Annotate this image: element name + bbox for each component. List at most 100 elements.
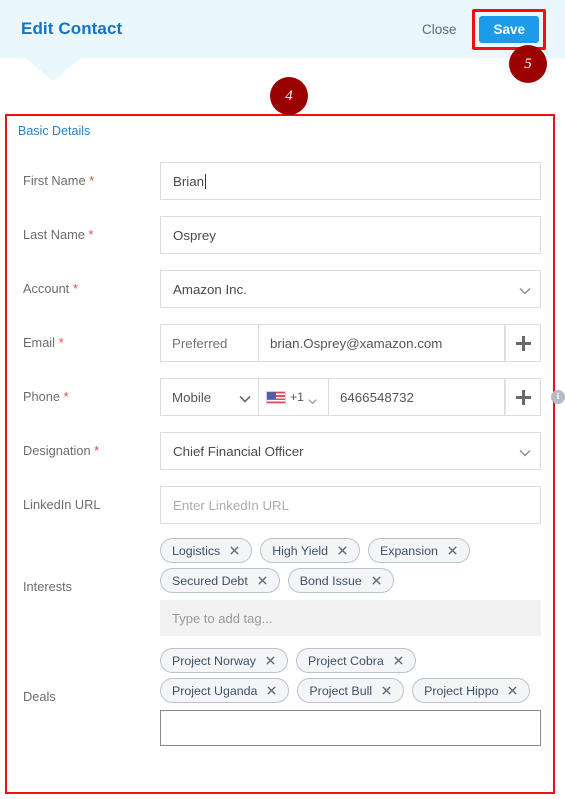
header-notch — [25, 58, 81, 81]
label-designation: Designation * — [7, 443, 160, 459]
interests-tag-input[interactable]: Type to add tag... — [160, 600, 541, 636]
header-actions: Close Save — [416, 8, 553, 50]
contact-form: First Name * Brian Last Name * Osprey Ac… — [7, 154, 553, 752]
remove-tag-icon[interactable] — [507, 685, 518, 696]
page-title: Edit Contact — [21, 19, 123, 38]
add-phone-button[interactable] — [505, 378, 541, 416]
plus-icon — [515, 389, 531, 405]
save-button[interactable]: Save — [479, 15, 539, 43]
remove-tag-icon[interactable] — [265, 655, 276, 666]
remove-tag-icon[interactable] — [229, 545, 240, 556]
ctrl-email: Preferred brian.Osprey@xamazon.com — [160, 324, 553, 362]
country-code-select[interactable]: +1 — [259, 378, 329, 416]
remove-tag-icon[interactable] — [393, 655, 404, 666]
phone-number-input[interactable]: 6466548732 — [329, 378, 505, 416]
tag-label: Project Hippo — [424, 683, 499, 698]
chevron-down-icon — [239, 393, 251, 403]
remove-tag-icon[interactable] — [266, 685, 277, 696]
chevron-down-icon — [519, 285, 531, 295]
linkedin-url-input[interactable]: Enter LinkedIn URL — [160, 486, 541, 524]
tag-item[interactable]: Project Hippo — [412, 678, 531, 703]
ctrl-first-name: Brian — [160, 162, 553, 200]
tag-item[interactable]: Expansion — [368, 538, 470, 563]
email-preference-select[interactable]: Preferred — [160, 324, 259, 362]
tag-item[interactable]: High Yield — [260, 538, 361, 563]
tag-item[interactable]: Project Norway — [160, 648, 289, 673]
tag-item[interactable]: Logistics — [160, 538, 253, 563]
close-button[interactable]: Close — [416, 17, 463, 42]
required-marker: * — [88, 227, 94, 243]
tag-item[interactable]: Bond Issue — [287, 568, 394, 593]
edit-contact-dialog: Edit Contact Close Save 5 4 i Basic Deta… — [0, 0, 565, 799]
designation-select[interactable]: Chief Financial Officer — [160, 432, 541, 470]
label-linkedin-url: LinkedIn URL — [7, 497, 160, 512]
account-select[interactable]: Amazon Inc. — [160, 270, 541, 308]
ctrl-account: Amazon Inc. — [160, 270, 553, 308]
tag-item[interactable]: Secured Debt — [160, 568, 280, 593]
info-icon[interactable]: i — [551, 390, 565, 404]
deals-tag-rows: Project Norway Project Cobra Project Uga… — [160, 648, 541, 703]
label-account-text: Account — [23, 281, 70, 297]
remove-tag-icon[interactable] — [371, 575, 382, 586]
last-name-input[interactable]: Osprey — [160, 216, 541, 254]
label-designation-text: Designation — [23, 443, 91, 459]
ctrl-deals: Project Norway Project Cobra Project Uga… — [160, 648, 553, 746]
row-interests: Interests Logistics High Yield Expansion… — [7, 532, 553, 642]
label-deals-text: Deals — [23, 689, 56, 705]
country-code-value: +1 — [290, 390, 304, 404]
row-email: Email * Preferred brian.Osprey@xamazon.c… — [7, 316, 553, 370]
tag-label: Project Bull — [309, 683, 373, 698]
tag-label: Secured Debt — [172, 573, 248, 588]
row-phone: Phone * Mobile +1 6466548732 — [7, 370, 553, 424]
ctrl-interests: Logistics High Yield Expansion Secured D… — [160, 538, 553, 636]
row-account: Account * Amazon Inc. — [7, 262, 553, 316]
designation-value: Chief Financial Officer — [173, 443, 304, 459]
tag-label: Expansion — [380, 543, 438, 558]
label-account: Account * — [7, 281, 160, 297]
first-name-input[interactable]: Brian — [160, 162, 541, 200]
label-interests: Interests — [7, 579, 160, 594]
section-title-basic-details: Basic Details — [18, 124, 91, 138]
interests-tags-wrap: Logistics High Yield Expansion Secured D… — [160, 538, 541, 636]
ctrl-designation: Chief Financial Officer — [160, 432, 553, 470]
email-input[interactable]: brian.Osprey@xamazon.com — [259, 324, 505, 362]
row-first-name: First Name * Brian — [7, 154, 553, 208]
ctrl-last-name: Osprey — [160, 216, 553, 254]
form-panel: Basic Details First Name * Brian Last Na… — [5, 114, 555, 794]
deals-tag-input[interactable] — [160, 710, 541, 746]
remove-tag-icon[interactable] — [447, 545, 458, 556]
interests-tag-line: Secured Debt Bond Issue — [160, 568, 541, 593]
phone-type-value: Mobile — [172, 389, 212, 405]
tag-item[interactable]: Project Cobra — [296, 648, 416, 673]
first-name-value: Brian — [173, 173, 205, 189]
label-phone: Phone * — [7, 389, 160, 405]
tag-label: Bond Issue — [299, 573, 362, 588]
chevron-down-icon — [519, 447, 531, 457]
row-deals: Deals Project Norway Project Cobra Proje… — [7, 642, 553, 752]
remove-tag-icon[interactable] — [337, 545, 348, 556]
save-button-highlight: Save — [472, 8, 546, 50]
add-email-button[interactable] — [505, 324, 541, 362]
step-badge-5: 5 — [509, 45, 547, 83]
ctrl-linkedin-url: Enter LinkedIn URL — [160, 486, 553, 524]
tag-label: Project Norway — [172, 653, 257, 668]
label-email: Email * — [7, 335, 160, 351]
deals-tag-line: Project Norway Project Cobra — [160, 648, 541, 673]
label-deals: Deals — [7, 689, 160, 704]
label-phone-text: Phone — [23, 389, 61, 405]
last-name-value: Osprey — [173, 227, 216, 243]
deals-tags-wrap: Project Norway Project Cobra Project Uga… — [160, 648, 541, 746]
remove-tag-icon[interactable] — [381, 685, 392, 696]
remove-tag-icon[interactable] — [257, 575, 268, 586]
tag-label: High Yield — [272, 543, 329, 558]
deals-tag-line: Project Uganda Project Bull Project Hipp… — [160, 678, 541, 703]
label-last-name: Last Name * — [7, 227, 160, 243]
tag-item[interactable]: Project Uganda — [160, 678, 290, 703]
step-badge-4: 4 — [270, 77, 308, 115]
chevron-down-icon — [308, 393, 317, 405]
us-flag-icon — [266, 390, 286, 404]
phone-type-select[interactable]: Mobile — [160, 378, 259, 416]
tag-item[interactable]: Project Bull — [297, 678, 405, 703]
ctrl-phone: Mobile +1 6466548732 — [160, 378, 553, 416]
plus-icon — [515, 335, 531, 351]
